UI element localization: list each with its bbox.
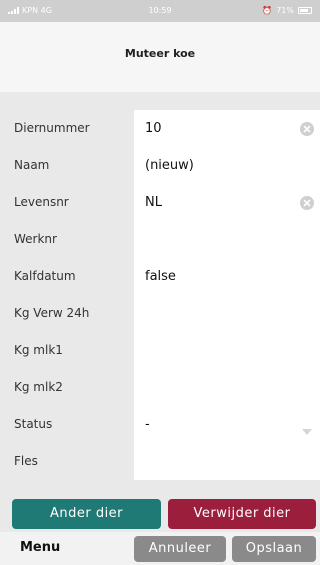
field-label: Kg mlk1 xyxy=(14,343,63,357)
other-animal-button[interactable]: Ander dier xyxy=(12,499,161,529)
field-status[interactable]: Status - xyxy=(0,406,320,443)
field-label: Levensnr xyxy=(14,195,69,209)
field-diernummer[interactable]: Diernummer 10 xyxy=(0,110,320,147)
header: Muteer koe xyxy=(0,22,320,92)
field-label: Fles xyxy=(14,454,38,468)
kalfdatum-input[interactable]: false xyxy=(145,258,176,295)
save-button[interactable]: Opslaan xyxy=(232,536,316,562)
status-select[interactable]: - xyxy=(145,406,150,443)
delete-animal-button[interactable]: Verwijder dier xyxy=(168,499,316,529)
diernummer-input[interactable]: 10 xyxy=(145,110,162,147)
field-label: Werknr xyxy=(14,232,57,246)
field-label: Kg Verw 24h xyxy=(14,306,90,320)
chevron-down-icon[interactable] xyxy=(302,421,312,440)
alarm-icon: ⏰ xyxy=(262,6,273,15)
battery-icon xyxy=(298,7,312,14)
field-fles[interactable]: Fles xyxy=(0,443,320,480)
field-werknr[interactable]: Werknr xyxy=(0,221,320,258)
levensnr-input[interactable]: NL xyxy=(145,184,162,221)
field-label: Naam xyxy=(14,158,50,172)
field-label: Diernummer xyxy=(14,121,90,135)
field-kalfdatum[interactable]: Kalfdatum false xyxy=(0,258,320,295)
clear-icon[interactable] xyxy=(300,122,314,136)
field-kg-mlk1[interactable]: Kg mlk1 xyxy=(0,332,320,369)
page-title: Muteer koe xyxy=(124,46,196,60)
naam-input[interactable]: (nieuw) xyxy=(145,147,194,184)
field-label: Status xyxy=(14,417,53,431)
field-label: Kg mlk2 xyxy=(14,380,63,394)
status-right: ⏰ 71% xyxy=(262,6,312,15)
animal-form: Diernummer 10 Naam (nieuw) Levensnr NL W… xyxy=(0,110,320,480)
action-bar: Ander dier Verwijder dier xyxy=(0,496,320,532)
battery-percent: 71% xyxy=(276,6,294,15)
clear-icon[interactable] xyxy=(300,196,314,210)
status-bar: KPN 4G 10:59 ⏰ 71% xyxy=(0,0,320,22)
field-kg-mlk2[interactable]: Kg mlk2 xyxy=(0,369,320,406)
menu-button[interactable]: Menu xyxy=(20,540,60,555)
field-levensnr[interactable]: Levensnr NL xyxy=(0,184,320,221)
field-label: Kalfdatum xyxy=(14,269,76,283)
field-naam[interactable]: Naam (nieuw) xyxy=(0,147,320,184)
cancel-button[interactable]: Annuleer xyxy=(134,536,226,562)
bottom-bar: Menu Annuleer Opslaan xyxy=(0,532,320,565)
field-kg-verw-24h[interactable]: Kg Verw 24h xyxy=(0,295,320,332)
